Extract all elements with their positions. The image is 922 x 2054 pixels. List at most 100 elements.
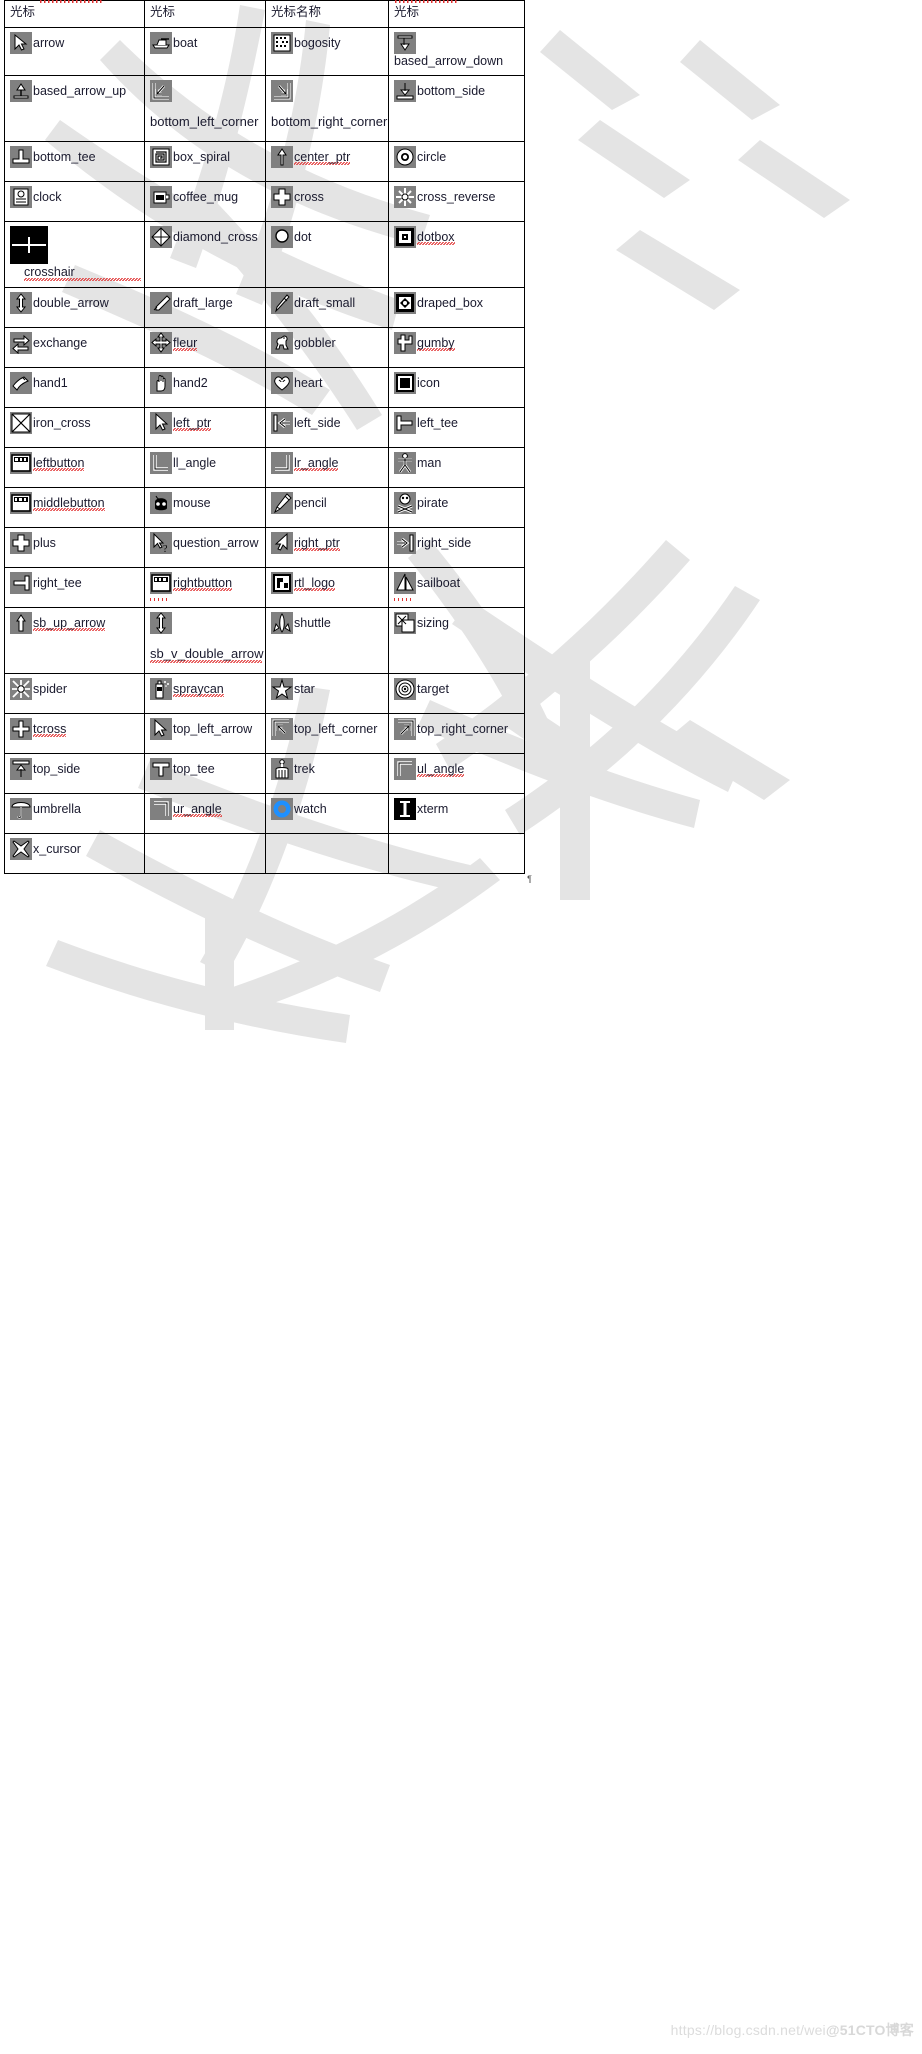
cursor-reference-table: 光标 光标 光标名称 光标 arrow boat bogosity based_arr… <box>4 0 525 874</box>
cursor-name-label: left_ptr <box>173 415 212 431</box>
cursor-name-label: bottom_right_corner <box>271 113 388 129</box>
cursor-cell-sailboat: sailboat <box>388 566 525 608</box>
cursor-cell-right-tee: right_tee <box>4 566 145 608</box>
cursor-cell-dotbox: dotbox <box>388 220 525 288</box>
table-row: middlebutton mouse pencil pirate <box>4 486 525 528</box>
cursor-name-label: crosshair <box>24 264 141 282</box>
table-row: exchange fleur gobbler gumby <box>4 326 525 368</box>
cursor-cell-right-side: right_side <box>388 526 525 568</box>
cursor-cell-lr-angle: lr_angle <box>265 446 389 488</box>
cursor-cell-gumby: gumby <box>388 326 525 368</box>
cursor-name-label: hand1 <box>33 375 68 390</box>
cursor-cell-draft-large: draft_large <box>144 286 266 328</box>
cursor-name-label: draped_box <box>417 295 484 310</box>
iron-cross-icon <box>10 411 32 434</box>
cursor-cell-middlebutton: middlebutton <box>4 486 145 528</box>
table-row: plus? question_arrow right_ptr right_side <box>4 526 525 568</box>
cursor-cell-bottom-right-corner: bottom_right_corner <box>265 74 389 142</box>
cursor-name-label: gumby <box>417 335 455 351</box>
end-of-table-mark: ¶ <box>527 873 532 884</box>
spider-icon <box>10 677 32 700</box>
spellcheck-dot-mark <box>394 597 414 601</box>
cursor-name-label: draft_large <box>173 295 233 310</box>
cursor-name-label: pirate <box>417 495 449 510</box>
cursor-cell-sb-up-arrow: sb_up_arrow <box>4 606 145 674</box>
cursor-cell-target: target <box>388 672 525 714</box>
tcross-icon <box>10 717 32 740</box>
right-ptr-icon <box>271 531 293 554</box>
cursor-name-label: heart <box>294 375 323 390</box>
cursor-cell-rtl-logo: rtl_logo <box>265 566 389 608</box>
cross-icon <box>271 185 293 208</box>
cursor-cell-double-arrow: double_arrow <box>4 286 145 328</box>
cursor-cell-left-side: left_side <box>265 406 389 448</box>
cursor-cell-box-spiral: box_spiral <box>144 140 266 182</box>
cursor-cell-arrow: arrow <box>4 27 145 76</box>
cursor-name-label: right_ptr <box>294 535 340 551</box>
cursor-reference-table-container: 光标 光标 光标名称 光标 arrow boat bogosity based_arr… <box>4 0 532 884</box>
cursor-name-label: iron_cross <box>33 415 91 430</box>
left-tee-icon <box>394 411 416 434</box>
cursor-name-label: clock <box>33 189 62 204</box>
cursor-name-label: based_arrow_up <box>33 83 127 98</box>
based-arrow-up-icon <box>10 79 32 102</box>
heart-icon <box>271 371 293 394</box>
plus-icon <box>10 531 32 554</box>
coffee-mug-icon <box>150 185 172 208</box>
cursor-cell-center-ptr: center_ptr <box>265 140 389 182</box>
box-spiral-icon <box>150 145 172 168</box>
cursor-name-label: leftbutton <box>33 455 85 471</box>
cursor-name-label: sailboat <box>417 575 461 590</box>
cursor-cell-icon: icon <box>388 366 525 408</box>
cursor-name-label: plus <box>33 535 56 550</box>
cursor-cell-bottom-tee: bottom_tee <box>4 140 145 182</box>
draft-large-icon <box>150 291 172 314</box>
sailboat-icon <box>394 571 416 594</box>
cursor-name-label: gobbler <box>294 335 336 350</box>
cursor-name-label: circle <box>417 149 447 164</box>
cursor-name-label: x_cursor <box>33 841 81 856</box>
bogosity-icon <box>271 32 293 54</box>
umbrella-icon <box>10 797 32 820</box>
double-arrow-icon <box>10 291 32 314</box>
lr-angle-icon <box>271 451 293 474</box>
icon-icon <box>394 371 416 394</box>
cursor-name-label: ll_angle <box>173 455 217 470</box>
cursor-cell-draped-box: draped_box <box>388 286 525 328</box>
left-ptr-icon <box>150 411 172 434</box>
cursor-cell-tcross: tcross <box>4 712 145 754</box>
cursor-name-label: bottom_side <box>417 83 486 98</box>
cursor-name-label: spider <box>33 681 68 696</box>
cursor-cell-x-cursor: x_cursor <box>4 832 145 874</box>
footer-credit-url: https://blog.csdn.net/wei <box>670 2022 826 2038</box>
pencil-icon <box>271 491 293 514</box>
cursor-cell-ur-angle: ur_angle <box>144 792 266 834</box>
cursor-name-label: top_left_corner <box>294 721 378 736</box>
cursor-cell-star: star <box>265 672 389 714</box>
cursor-cell-left-ptr: left_ptr <box>144 406 266 448</box>
cursor-name-label: man <box>417 455 442 470</box>
cursor-cell-rightbutton: rightbutton <box>144 566 266 608</box>
cursor-name-label: bogosity <box>294 36 341 50</box>
cursor-name-label: draft_small <box>294 295 356 310</box>
cursor-name-label: coffee_mug <box>173 189 239 204</box>
cursor-name-label: star <box>294 681 315 696</box>
cursor-cell-pencil: pencil <box>265 486 389 528</box>
cursor-name-label: cross <box>294 189 324 204</box>
spellcheck-dot-mark <box>150 597 170 601</box>
table-row: x_cursor <box>4 832 525 874</box>
cursor-name-label: top_tee <box>173 761 215 776</box>
cross-reverse-icon <box>394 185 416 208</box>
hand2-icon <box>150 371 172 394</box>
rtl-logo-icon <box>271 571 293 594</box>
cursor-name-label: lr_angle <box>294 455 339 471</box>
man-icon <box>394 451 416 474</box>
cursor-name-label: center_ptr <box>294 149 351 165</box>
cursor-cell-circle: circle <box>388 140 525 182</box>
cursor-cell-top-right-corner: top_right_corner <box>388 712 525 754</box>
cursor-cell-hand1: hand1 <box>4 366 145 408</box>
cursor-cell-mouse: mouse <box>144 486 266 528</box>
spraycan-icon <box>150 677 172 700</box>
crosshair-icon <box>10 225 48 264</box>
cursor-name-label: ul_angle <box>417 761 465 777</box>
